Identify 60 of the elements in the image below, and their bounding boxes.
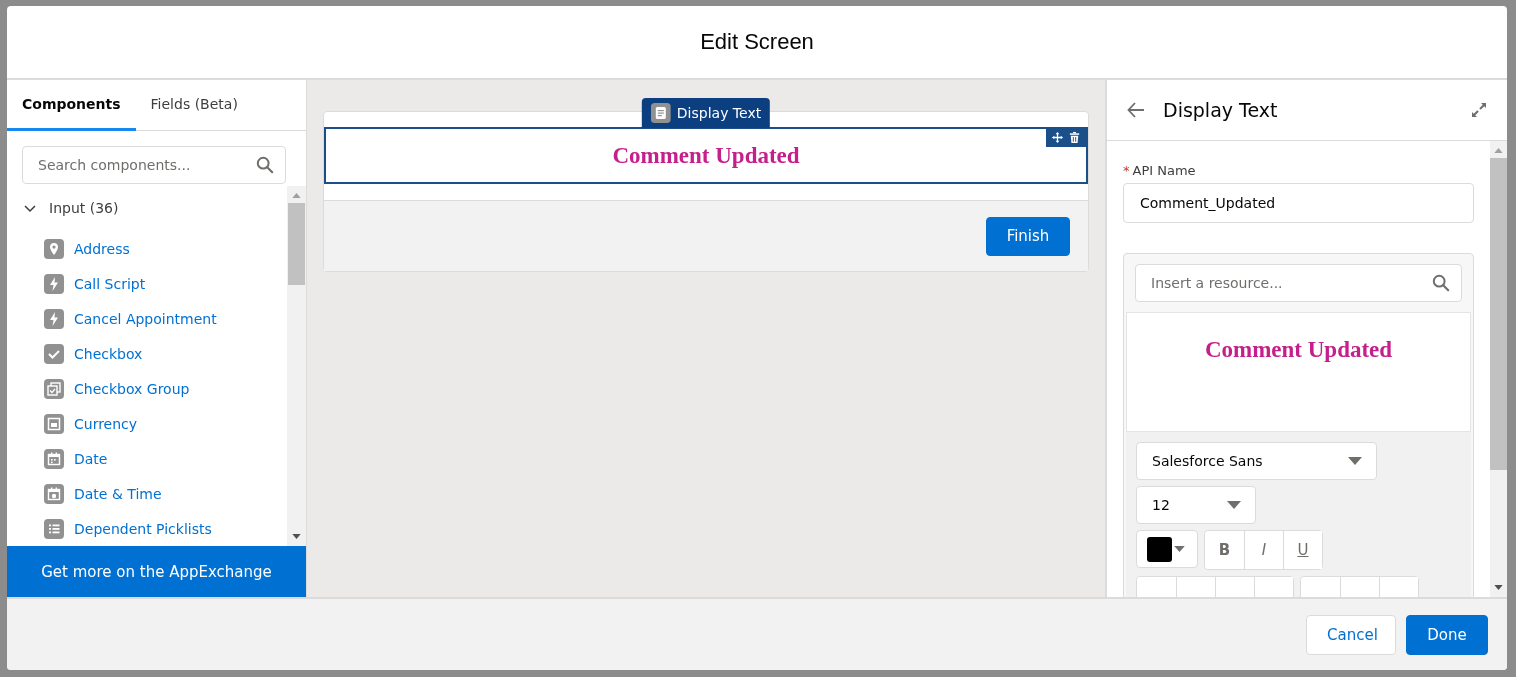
component-link[interactable]: Cancel Appointment <box>74 310 217 327</box>
font-dropdown[interactable]: Salesforce Sans <box>1136 442 1377 480</box>
done-button[interactable]: Done <box>1406 614 1488 655</box>
trash-icon[interactable] <box>1068 131 1081 144</box>
cancel-button[interactable]: Cancel <box>1306 614 1396 655</box>
section-toggle[interactable]: Input (36) <box>23 196 287 220</box>
list-icon <box>44 518 64 539</box>
calendar-clock-icon <box>44 483 64 504</box>
component-link[interactable]: Date <box>74 450 108 467</box>
scroll-thumb[interactable] <box>288 203 305 285</box>
scroll-thumb[interactable] <box>1490 158 1507 470</box>
required-mark: * <box>1123 163 1130 178</box>
document-icon <box>650 103 671 123</box>
component-link[interactable]: Address <box>74 240 130 257</box>
search-icon <box>1432 274 1450 292</box>
calendar-icon <box>44 448 64 469</box>
stacked-checkbox-icon <box>44 378 64 399</box>
panel-tab[interactable]: Fields (Beta) <box>135 80 253 131</box>
scrollbar[interactable] <box>1490 141 1507 597</box>
search-field[interactable]: Search components... <box>22 146 286 184</box>
component-link[interactable]: Currency <box>74 415 138 432</box>
modal-title: Edit Screen <box>700 29 814 55</box>
lightning-icon <box>44 308 64 329</box>
scroll-down-icon[interactable] <box>292 534 301 539</box>
caret-icon <box>1227 501 1241 509</box>
finish-button[interactable]: Finish <box>986 216 1070 256</box>
search-icon <box>256 156 274 174</box>
selected-display-text[interactable]: Comment Updated <box>324 127 1088 184</box>
component-link[interactable]: Dependent Picklists <box>74 520 212 537</box>
format-button[interactable]: U <box>1283 531 1322 569</box>
caret-icon <box>1174 546 1185 552</box>
back-arrow-icon[interactable] <box>1127 102 1145 118</box>
resource-search-field[interactable]: Insert a resource... <box>1135 264 1462 302</box>
size-dropdown[interactable]: 12 <box>1136 486 1256 524</box>
preview-text: Comment Updated <box>1204 337 1393 364</box>
component-link[interactable]: Checkbox <box>74 345 143 362</box>
api-name-field[interactable]: Comment_Updated <box>1123 183 1474 223</box>
scroll-down-icon[interactable] <box>1494 585 1503 590</box>
component-link[interactable]: Checkbox Group <box>74 380 190 397</box>
scrollbar[interactable] <box>287 186 306 546</box>
display-text: Comment Updated <box>612 142 800 169</box>
text-color-button[interactable] <box>1136 530 1198 568</box>
checkmark-icon <box>44 343 64 364</box>
field-label: API Name <box>1132 163 1196 178</box>
caret-icon <box>1348 457 1362 465</box>
panel-tab[interactable]: Components <box>7 80 136 131</box>
component-tab-label: Display Text <box>676 105 762 121</box>
section-label: Input (36) <box>49 200 119 216</box>
appexchange-button[interactable]: Get more on the AppExchange <box>7 546 306 597</box>
lightning-icon <box>44 273 64 294</box>
expand-icon[interactable] <box>1471 102 1487 118</box>
scroll-up-icon[interactable] <box>292 193 301 198</box>
move-icon[interactable] <box>1051 131 1064 144</box>
component-link[interactable]: Call Script <box>74 275 146 292</box>
box-icon <box>44 413 64 434</box>
color-swatch <box>1147 536 1172 562</box>
panel-title: Display Text <box>1163 99 1279 121</box>
component-link[interactable]: Date & Time <box>74 485 162 502</box>
scroll-up-icon[interactable] <box>1494 148 1503 153</box>
pin-icon <box>44 238 64 259</box>
